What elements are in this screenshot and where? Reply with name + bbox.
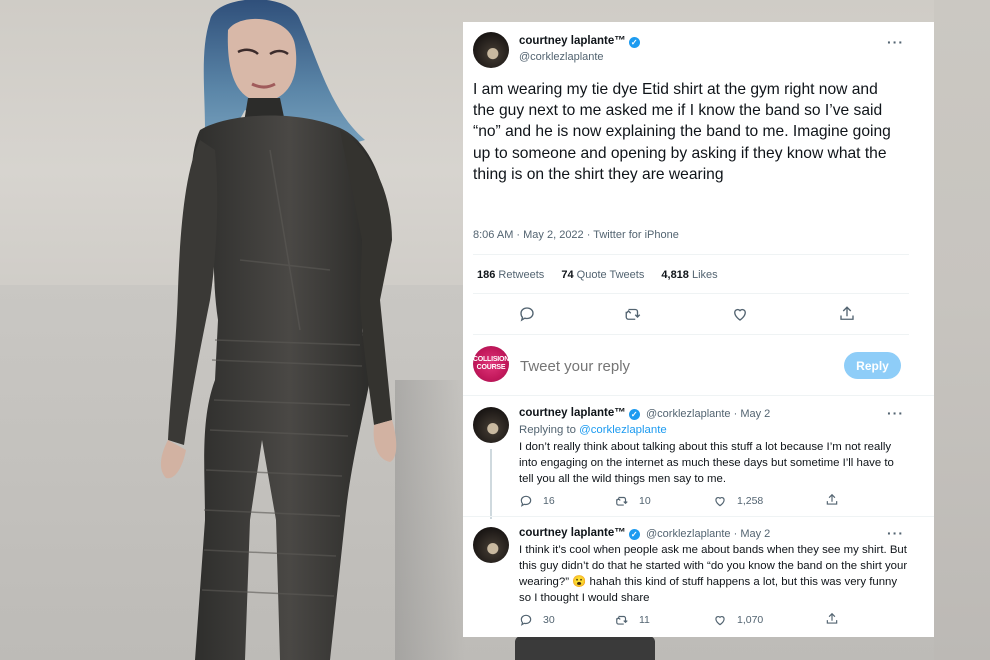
reply-text: I think it’s cool when people ask me abo… — [519, 544, 908, 604]
author-name-text: courtney laplante™ — [519, 35, 626, 47]
divider — [473, 334, 909, 335]
reply-action[interactable]: 16 — [519, 494, 555, 508]
share-icon[interactable] — [825, 493, 839, 507]
like-icon — [715, 616, 725, 626]
quotes-count: 74 — [561, 269, 574, 281]
retweet-count: 10 — [639, 495, 651, 507]
verified-icon: ✓ — [628, 409, 640, 420]
divider — [473, 293, 909, 294]
author-name[interactable]: courtney laplante™ ✓ — [519, 527, 640, 540]
author-name-text: courtney laplante™ — [519, 407, 626, 419]
replying-to: Replying to @corklezlaplante — [519, 424, 667, 436]
retweets-stat[interactable]: 186 Retweets — [477, 269, 544, 281]
likes-stat[interactable]: 4,818 Likes — [661, 269, 717, 281]
retweet-count: 11 — [639, 614, 650, 626]
reply-icon[interactable] — [518, 305, 536, 323]
quotes-stat[interactable]: 74 Quote Tweets — [561, 269, 644, 281]
background-edge — [934, 0, 990, 660]
like-icon[interactable] — [731, 305, 749, 323]
reply-icon — [520, 495, 532, 507]
verified-icon: ✓ — [628, 37, 640, 48]
share-icon[interactable] — [838, 305, 856, 323]
author-handle[interactable]: @corklezlaplante · May 2 — [646, 528, 770, 540]
tweet-text: I am wearing my tie dye Etid shirt at th… — [473, 81, 891, 183]
retweet-icon — [616, 615, 628, 625]
tweet-timestamp[interactable]: 8:06 AM · May 2, 2022 · Twitter for iPho… — [473, 229, 679, 241]
like-action[interactable]: 1,258 — [713, 494, 763, 508]
verified-icon: ✓ — [628, 529, 640, 540]
likes-count: 4,818 — [661, 269, 689, 281]
author-avatar[interactable] — [473, 32, 509, 68]
author-handle[interactable]: @corklezlaplante — [519, 51, 604, 63]
more-icon[interactable]: ··· — [887, 35, 904, 49]
like-action[interactable]: 1,070 — [713, 613, 763, 627]
thread-line — [490, 449, 492, 519]
current-user-avatar[interactable]: COLLISION COURSE — [473, 346, 509, 382]
divider — [463, 395, 934, 396]
retweet-action[interactable]: 11 — [615, 613, 650, 627]
author-avatar[interactable] — [473, 527, 509, 563]
more-icon[interactable]: ··· — [887, 526, 904, 540]
author-name[interactable]: courtney laplante™ ✓ — [519, 35, 640, 48]
reply-input[interactable] — [520, 358, 810, 375]
reply-action[interactable]: 30 — [519, 613, 555, 627]
author-name[interactable]: courtney laplante™ ✓ — [519, 407, 640, 420]
like-count: 1,258 — [737, 495, 764, 507]
like-count: 1,070 — [737, 614, 764, 626]
tweet-stats: 186 Retweets 74 Quote Tweets 4,818 Likes — [477, 269, 732, 281]
retweet-icon[interactable] — [624, 305, 642, 323]
likes-label: Likes — [691, 269, 718, 281]
reply-count: 16 — [543, 495, 555, 507]
replying-prefix: Replying to — [519, 424, 580, 436]
person-figure — [160, 0, 397, 660]
divider — [473, 254, 909, 255]
retweet-icon — [616, 496, 628, 506]
reply-text: I don’t really think about talking about… — [519, 441, 894, 485]
reply-count: 30 — [543, 614, 555, 626]
retweets-count: 186 — [477, 269, 496, 281]
background-object — [515, 636, 655, 660]
retweets-label: Retweets — [498, 269, 545, 281]
share-icon[interactable] — [825, 612, 839, 626]
tweet-panel: courtney laplante™ ✓ @corklezlaplante ···… — [463, 22, 934, 637]
divider — [463, 516, 934, 517]
author-handle[interactable]: @corklezlaplante · May 2 — [646, 408, 770, 420]
reply-button[interactable]: Reply — [844, 352, 901, 379]
replying-to-link[interactable]: @corklezlaplante — [579, 424, 667, 436]
author-name-text: courtney laplante™ — [519, 527, 626, 539]
retweet-action[interactable]: 10 — [615, 494, 651, 508]
more-icon[interactable]: ··· — [887, 406, 904, 420]
quotes-label: Quote Tweets — [576, 269, 645, 281]
author-avatar[interactable] — [473, 407, 509, 443]
reply-icon — [520, 614, 532, 626]
like-icon — [715, 497, 725, 507]
